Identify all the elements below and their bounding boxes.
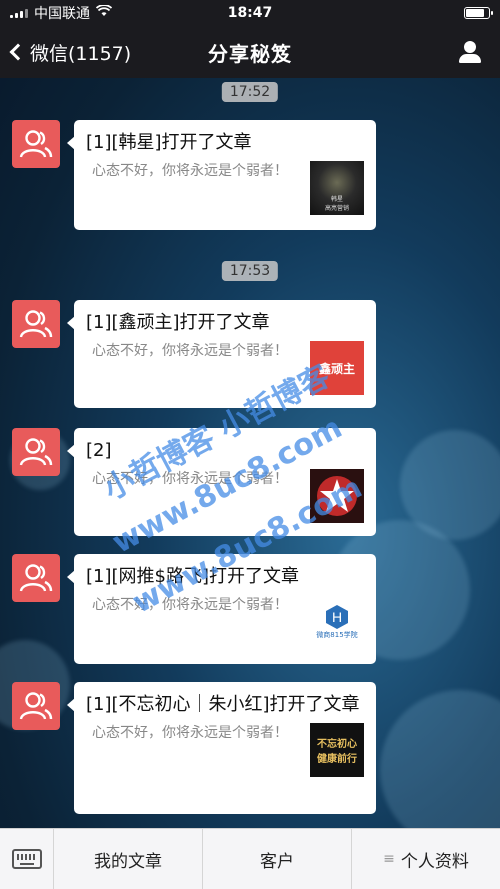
menu-label: 客户 — [260, 851, 294, 872]
nav-bar: 微信(1157) 分享秘笈 — [0, 26, 500, 78]
message-title: [1][不忘初心｜朱小红]打开了文章 — [86, 694, 360, 715]
message-desc: 心态不好，你将永远是个弱者！ — [92, 343, 288, 359]
chat-area[interactable]: 17:52 [1][韩星]打开了文章 心态不好，你将永远是个弱者！ 韩星 高亮营… — [0, 78, 500, 828]
hexagon-logo-icon: H — [326, 605, 348, 629]
menu-label: 个人资料 — [400, 851, 469, 872]
group-icon — [19, 310, 53, 338]
thumbnail-text: 微商815学院 — [316, 631, 358, 639]
battery-icon — [464, 7, 493, 19]
message-title: [1][网推$路飞]打开了文章 — [86, 566, 299, 587]
article-bubble[interactable]: [1][鑫顽主]打开了文章 心态不好，你将永远是个弱者！ 鑫顽主 — [67, 300, 376, 408]
article-thumbnail: 不忘初心 健康前行 — [310, 723, 364, 777]
message-title: [1][鑫顽主]打开了文章 — [86, 312, 270, 333]
chevron-left-icon — [9, 43, 27, 61]
avatar[interactable] — [12, 428, 60, 476]
menu-label: 我的文章 — [94, 851, 162, 872]
thumbnail-text: 不忘初心 健康前行 — [317, 739, 357, 765]
group-icon — [19, 438, 53, 466]
thumbnail-text: 鑫顽主 — [318, 361, 355, 376]
group-icon — [19, 692, 53, 720]
back-button[interactable]: 微信(1157) — [0, 39, 160, 66]
article-thumbnail — [310, 469, 364, 523]
article-bubble[interactable]: [1][不忘初心｜朱小红]打开了文章 心态不好，你将永远是个弱者！ 不忘初心 健… — [67, 682, 376, 814]
menu-customers[interactable]: 客户 — [203, 829, 352, 889]
menu-lines-icon: ≡ — [383, 851, 395, 867]
message-desc: 心态不好，你将永远是个弱者！ — [92, 725, 288, 741]
carrier-label: 中国联通 — [34, 6, 90, 22]
signal-icon — [10, 8, 28, 18]
message-desc: 心态不好，你将永远是个弱者！ — [92, 471, 288, 487]
profile-icon[interactable] — [458, 41, 482, 63]
article-bubble[interactable]: [1][网推$路飞]打开了文章 心态不好，你将永远是个弱者！ H 微商815学院 — [67, 554, 376, 664]
status-bar: 中国联通 18:47 — [0, 0, 500, 26]
avatar[interactable] — [12, 120, 60, 168]
message-title: [2] — [86, 440, 112, 461]
message-title: [1][韩星]打开了文章 — [86, 132, 252, 153]
star-icon — [317, 476, 357, 516]
timestamp: 17:52 — [221, 82, 279, 102]
avatar[interactable] — [12, 300, 60, 348]
avatar[interactable] — [12, 554, 60, 602]
menu-profile[interactable]: ≡ 个人资料 — [352, 829, 500, 889]
keyboard-toggle-button[interactable] — [0, 829, 54, 889]
timestamp: 17:53 — [221, 261, 279, 281]
article-thumbnail: 韩星 高亮营销 — [310, 161, 364, 215]
bottom-menu: 我的文章 客户 ≡ 个人资料 — [0, 828, 500, 889]
svg-text:H: H — [332, 609, 342, 625]
group-icon — [19, 130, 53, 158]
article-bubble[interactable]: [1][韩星]打开了文章 心态不好，你将永远是个弱者！ 韩星 高亮营销 — [67, 120, 376, 230]
article-thumbnail: H 微商815学院 — [310, 595, 364, 649]
thumbnail-text: 韩星 高亮营销 — [324, 196, 349, 212]
message-desc: 心态不好，你将永远是个弱者！ — [92, 163, 288, 179]
avatar[interactable] — [12, 682, 60, 730]
group-icon — [19, 564, 53, 592]
message-desc: 心态不好，你将永远是个弱者！ — [92, 597, 288, 613]
article-bubble[interactable]: [2] 心态不好，你将永远是个弱者！ — [67, 428, 376, 536]
page-title: 分享秘笈 — [208, 41, 292, 66]
status-time: 18:47 — [227, 5, 273, 21]
keyboard-icon — [11, 849, 42, 869]
menu-my-articles[interactable]: 我的文章 — [54, 829, 203, 889]
back-label: 微信(1157) — [30, 42, 132, 65]
article-thumbnail: 鑫顽主 — [310, 341, 364, 395]
wifi-icon — [95, 4, 113, 21]
